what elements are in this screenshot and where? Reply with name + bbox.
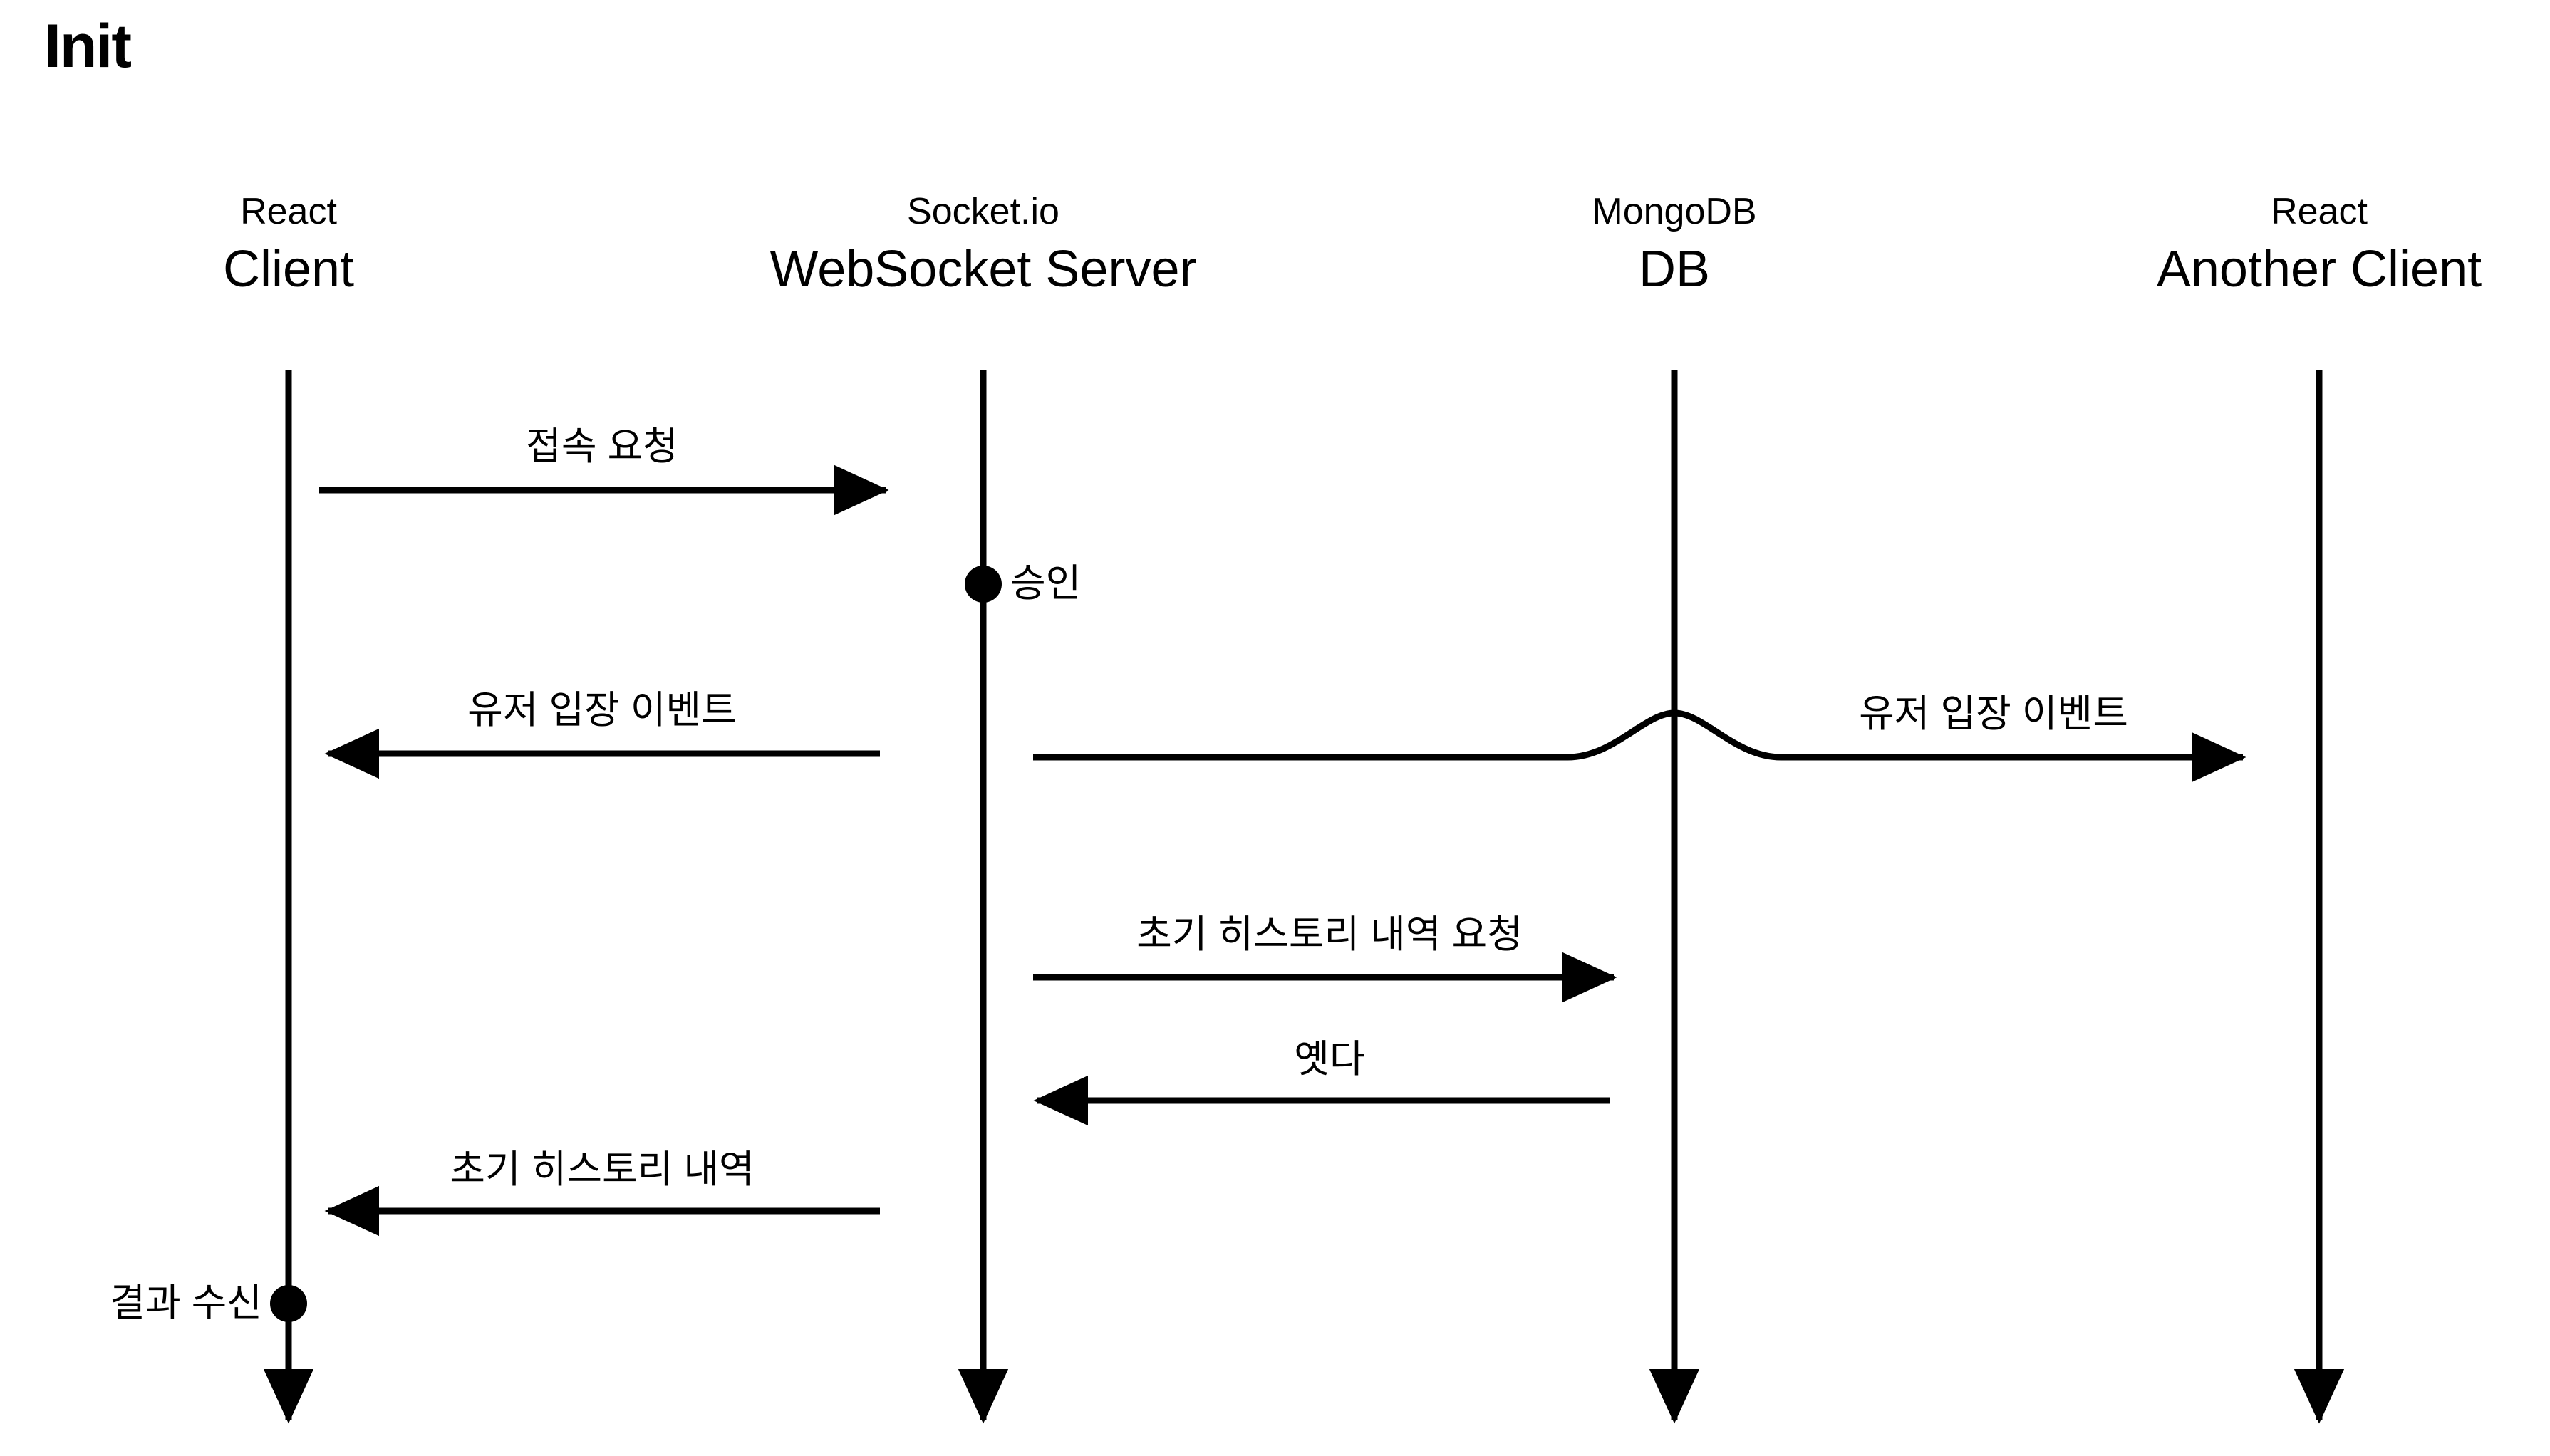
lifeline-stereotype-other: React: [2271, 191, 2368, 232]
sequence-diagram-canvas: Init React Client Socket.io WebSocket Serve…: [0, 0, 2550, 1456]
lifeline-stereotype-server: Socket.io: [907, 191, 1059, 232]
message-label-history-to-client: 초기 히스토리 내역: [450, 1148, 755, 1191]
lifeline-name-other: Another Client: [2156, 240, 2482, 298]
event-dot-approve: [965, 566, 1002, 603]
message-label-history-reply: 옛다: [1294, 1038, 1365, 1081]
message-label-user-join-event-client: 유저 입장 이벤트: [467, 689, 737, 732]
event-label-result-received: 결과 수신: [110, 1281, 262, 1324]
lifeline-stereotype-client: React: [240, 191, 337, 232]
lifeline-name-client: Client: [222, 240, 355, 298]
message-layer: [319, 464, 2246, 1237]
event-label-approve: 승인: [1010, 562, 1082, 605]
lifeline-name-server: WebSocket Server: [769, 240, 1197, 298]
message-label-history-request: 초기 히스토리 내역 요청: [1136, 913, 1523, 956]
message-label-connect-request: 접속 요청: [526, 425, 678, 468]
message-label-user-join-event-other: 유저 입장 이벤트: [1859, 692, 2128, 735]
lifeline-header-db: MongoDB DB: [1592, 192, 1756, 298]
lifeline-header-other: React Another Client: [2157, 192, 2482, 298]
lifeline-layer: [263, 370, 2345, 1424]
lifeline-stereotype-db: MongoDB: [1592, 191, 1757, 232]
lifeline-name-db: DB: [1638, 240, 1711, 298]
lifeline-header-client: React Client: [223, 192, 354, 298]
lifeline-header-server: Socket.io WebSocket Server: [770, 192, 1197, 298]
event-dot-result-received: [270, 1285, 307, 1322]
